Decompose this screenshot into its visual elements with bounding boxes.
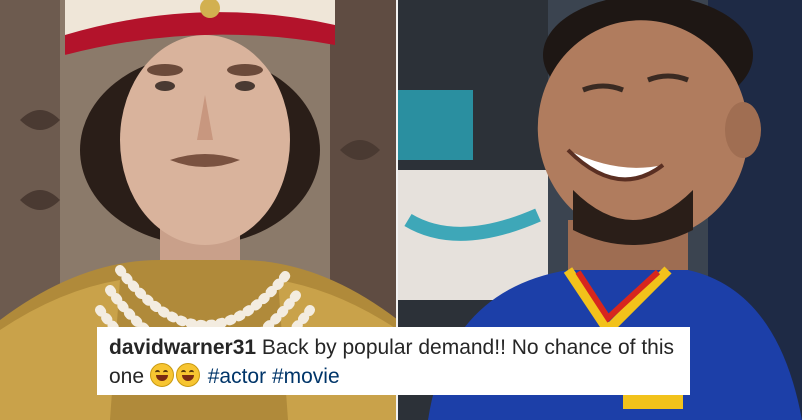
face-with-tears-of-joy-icon (175, 363, 200, 387)
hashtag-movie[interactable]: #movie (272, 365, 340, 388)
caption-username[interactable]: davidwarner31 (109, 336, 256, 359)
instagram-caption: davidwarner31 Back by popular demand!! N… (97, 327, 690, 395)
face-with-tears-of-joy-icon (149, 363, 174, 387)
hashtag-actor[interactable]: #actor (208, 365, 266, 388)
